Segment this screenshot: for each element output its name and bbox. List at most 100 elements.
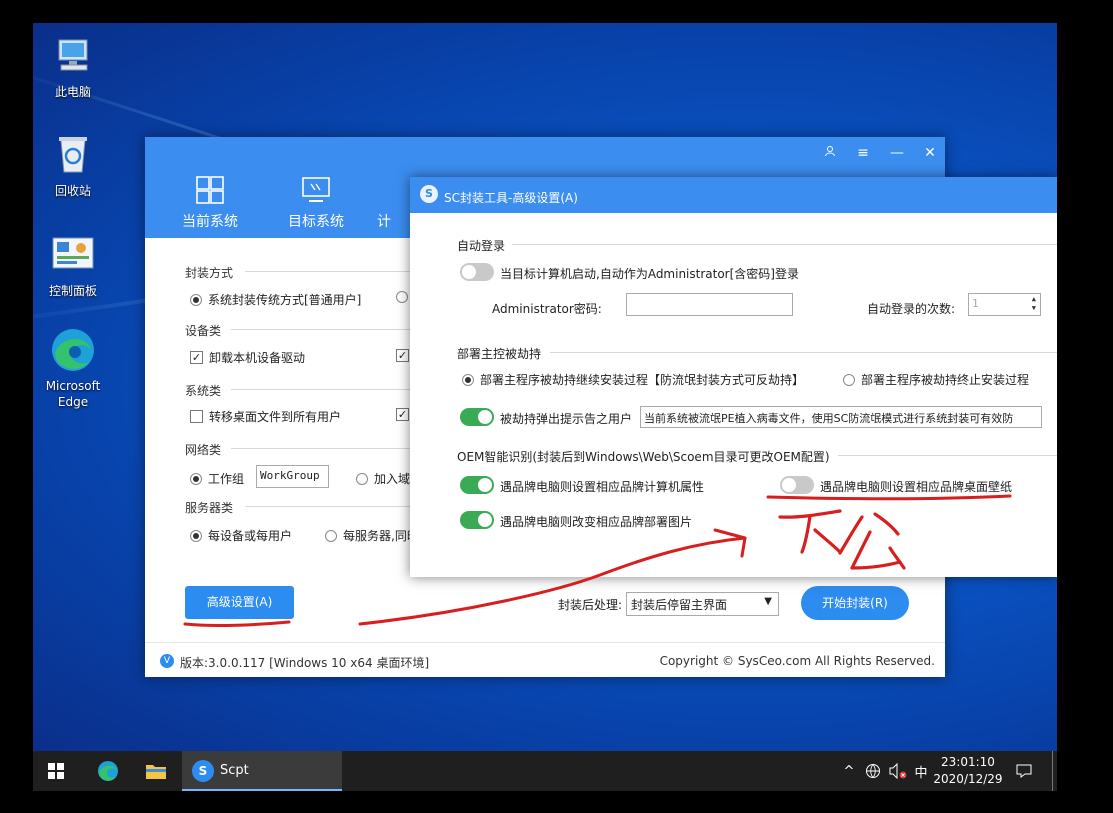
login-count-label: 自动登录的次数: [867, 302, 956, 316]
workgroup-input[interactable]: WorkGroup [256, 465, 329, 488]
password-label: Administrator密码: [492, 302, 602, 316]
divider [245, 271, 415, 272]
radio-per-server[interactable]: 每服务器,同时 [325, 527, 419, 544]
radio-per-device[interactable]: 每设备或每用户 [190, 527, 292, 544]
desktop-icon-computer[interactable]: 此电脑 [34, 31, 112, 100]
oem-wallpaper-toggle[interactable] [780, 476, 814, 494]
oem-wallpaper-label: 遇品牌电脑则设置相应品牌桌面壁纸 [820, 480, 1013, 494]
advanced-settings-button[interactable]: 高级设置(A) [185, 586, 294, 619]
hijack-alert-toggle[interactable] [460, 408, 494, 426]
volume-muted-icon[interactable] [886, 751, 910, 791]
hijack-message-input[interactable]: 当前系统被流氓PE植入病毒文件，使用SC防流氓模式进行系统封装可有效防 [640, 406, 1042, 428]
stepper-arrows-icon[interactable]: ▲ ▼ [1032, 295, 1036, 313]
toggle-knob [462, 265, 476, 279]
minimize-button[interactable]: — [887, 143, 907, 163]
windows-start-icon [48, 763, 64, 779]
taskbar-app-scpt[interactable]: S Scpt [182, 751, 342, 791]
divider [231, 329, 415, 330]
oem-properties-label: 遇品牌电脑则设置相应品牌计算机属性 [500, 480, 705, 494]
radio-button [325, 529, 337, 542]
section-title-server: 服务器类 [185, 501, 234, 515]
checkbox-uninstall-drivers[interactable]: ✓ 卸载本机设备驱动 [190, 349, 305, 366]
app-logo-icon: S [192, 760, 214, 782]
login-count-stepper[interactable]: 1 ▲ ▼ [968, 293, 1041, 316]
screen-frame: 此电脑 回收站 控制面板 Microsoft Edge ≡ — ✕ 当前系统 目… [0, 0, 1113, 813]
taskbar-file-explorer[interactable] [133, 751, 179, 791]
radio-hijack-continue[interactable]: 部署主程序被劫持继续安装过程【防流氓封装方式可反劫持】 [462, 371, 804, 388]
section-title-oem: OEM智能识别(封装后到Windows\Web\Scoem目录可更改OEM配置) [457, 450, 830, 464]
clock-time: 23:01:10 [941, 755, 995, 769]
start-button[interactable] [33, 751, 79, 791]
option-label: 卸载本机设备驱动 [209, 351, 306, 365]
option-label: 每服务器,同时 [343, 529, 419, 543]
autologin-label: 当目标计算机启动,自动作为Administrator[含密码]登录 [500, 267, 799, 281]
clock[interactable]: 23:01:10 2020/12/29 [932, 754, 1004, 788]
option-label: 每设备或每用户 [208, 529, 293, 543]
user-icon[interactable] [820, 143, 840, 163]
oem-image-toggle[interactable] [460, 511, 494, 529]
desktop-icon-recycle-bin[interactable]: 回收站 [34, 130, 112, 199]
dialog-header: S SC封装工具-高级设置(A) [410, 177, 1057, 213]
checkbox-move-desktop-files[interactable]: 转移桌面文件到所有用户 [190, 408, 341, 425]
control-panel-icon [49, 230, 97, 278]
option-label: 部署主程序被劫持继续安装过程【防流氓封装方式可反劫持】 [480, 373, 805, 387]
oem-image-label: 遇品牌电脑则改变相应品牌部署图片 [500, 515, 693, 529]
divider [550, 352, 1057, 353]
radio-button [190, 472, 202, 485]
option-label: 系统封装传统方式[普通用户] [208, 293, 362, 307]
section-title-package-mode: 封装方式 [185, 266, 234, 280]
start-package-button[interactable]: 开始封装(R) [801, 586, 909, 620]
toggle-knob [782, 478, 796, 492]
after-process-label: 封装后处理: [558, 598, 623, 612]
radio-join-domain[interactable]: 加入域 [356, 470, 410, 487]
chevron-up-icon[interactable]: ^ [839, 751, 859, 791]
divider [245, 506, 415, 507]
radio-traditional-mode[interactable]: 系统封装传统方式[普通用户] [190, 291, 361, 308]
tab-label: 当前系统 [182, 214, 238, 230]
radio-button [396, 291, 408, 303]
menu-icon[interactable]: ≡ [853, 143, 873, 163]
divider [231, 389, 415, 390]
tab-target-system[interactable]: 目标系统 [271, 175, 361, 231]
version-icon: V [160, 654, 174, 668]
taskbar: S Scpt ^ 中 23:01:10 2020/12/29 [33, 751, 1057, 791]
select-value: 封装后停留主界面 [631, 598, 728, 612]
hijack-alert-label: 被劫持弹出提示告之用户 [500, 412, 633, 426]
radio-button [190, 293, 202, 306]
after-process-select[interactable]: 封装后停留主界面 ▼ [626, 592, 779, 616]
password-input[interactable] [626, 293, 793, 316]
radio-button [356, 472, 368, 485]
autologin-toggle[interactable] [460, 263, 494, 281]
radio-hijack-stop[interactable]: 部署主程序被劫持终止安装过程 [843, 371, 1029, 388]
option-label: 加入域 [374, 472, 411, 486]
folder-icon [146, 765, 166, 779]
copyright-text: Copyright © SysCeo.com All Rights Reserv… [659, 654, 935, 668]
tab-partial[interactable]: 计 [377, 175, 407, 231]
desktop-icon-edge[interactable]: Microsoft Edge [34, 326, 112, 410]
desktop-icon-label: 回收站 [54, 184, 91, 198]
toggle-knob [478, 478, 492, 492]
tool-icon [377, 175, 407, 211]
section-title-system: 系统类 [185, 384, 222, 398]
tab-label: 计 [377, 214, 391, 230]
version-text: 版本:3.0.0.117 [Windows 10 x64 桌面环境] [180, 656, 430, 670]
computer-icon [49, 31, 97, 79]
checkbox: ✓ [190, 351, 203, 364]
oem-properties-toggle[interactable] [460, 476, 494, 494]
taskbar-edge[interactable] [85, 751, 131, 791]
show-desktop-divider[interactable] [1052, 751, 1053, 791]
divider [512, 244, 1057, 245]
notification-icon[interactable] [1012, 751, 1036, 791]
tab-current-system[interactable]: 当前系统 [165, 175, 255, 231]
section-title-devices: 设备类 [185, 324, 222, 338]
network-icon[interactable] [861, 751, 885, 791]
recycle-bin-icon [49, 130, 97, 178]
dialog-title: SC封装工具-高级设置(A) [444, 191, 578, 205]
checkbox: ✓ [396, 349, 409, 362]
handwriting-text: 不勾 [0, 0, 2, 1]
close-button[interactable]: ✕ [920, 143, 940, 163]
ime-indicator[interactable]: 中 [910, 751, 932, 791]
radio-workgroup[interactable]: 工作组 [190, 470, 244, 487]
desktop-icon-control-panel[interactable]: 控制面板 [34, 230, 112, 299]
tab-label: 目标系统 [288, 214, 344, 230]
